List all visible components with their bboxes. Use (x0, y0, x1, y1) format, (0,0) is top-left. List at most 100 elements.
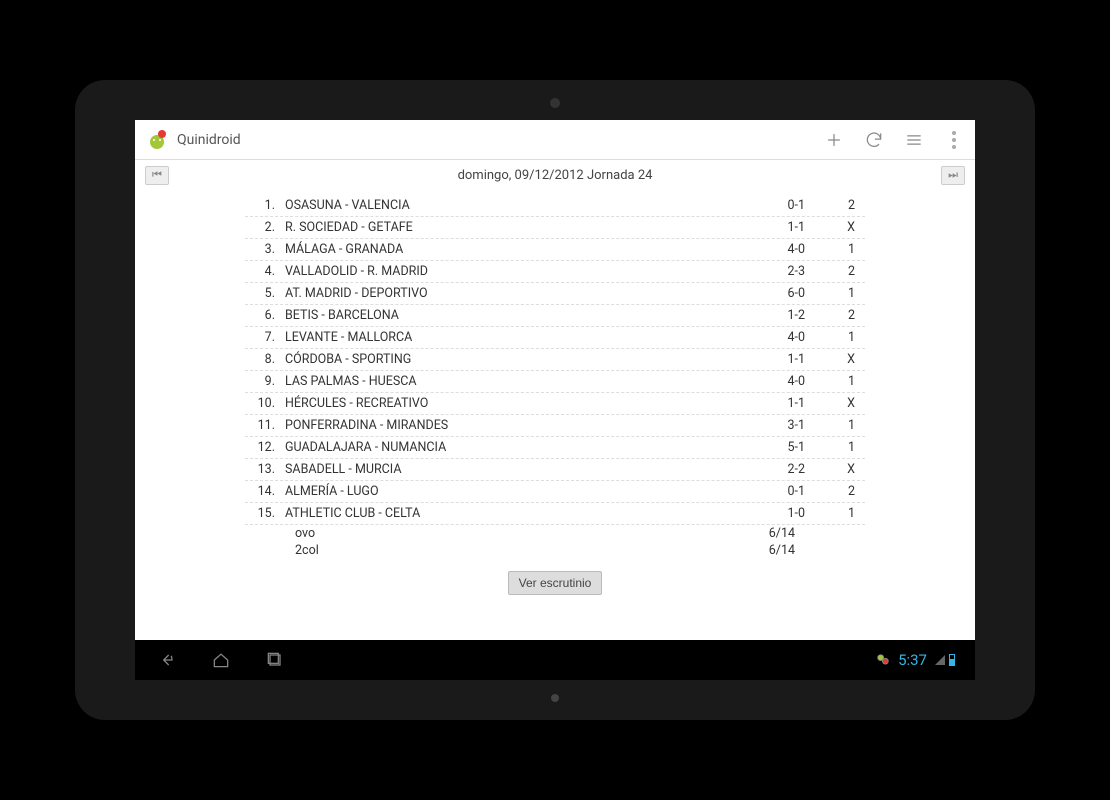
match-score: 0-1 (745, 484, 805, 499)
match-teams: MÁLAGA - GRANADA (285, 242, 745, 257)
match-row[interactable]: 14.ALMERÍA - LUGO0-12 (245, 481, 865, 503)
match-teams: VALLADOLID - R. MADRID (285, 264, 745, 279)
content-area: 1.OSASUNA - VALENCIA0-122.R. SOCIEDAD - … (135, 191, 975, 640)
action-bar: Quinidroid (135, 120, 975, 160)
match-number: 3. (245, 242, 285, 257)
match-number: 9. (245, 374, 285, 389)
match-score: 4-0 (745, 374, 805, 389)
match-number: 7. (245, 330, 285, 345)
status-icons (935, 654, 955, 666)
list-button[interactable] (903, 129, 925, 151)
back-button[interactable] (155, 648, 179, 672)
match-row[interactable]: 11.PONFERRADINA - MIRANDES3-11 (245, 415, 865, 437)
match-row[interactable]: 12.GUADALAJARA - NUMANCIA5-11 (245, 437, 865, 459)
match-teams: SABADELL - MURCIA (285, 462, 745, 477)
battery-icon (949, 654, 955, 666)
match-result: X (805, 352, 865, 367)
match-number: 6. (245, 308, 285, 323)
match-row[interactable]: 6.BETIS - BARCELONA1-22 (245, 305, 865, 327)
match-teams: HÉRCULES - RECREATIVO (285, 396, 745, 411)
match-teams: PONFERRADINA - MIRANDES (285, 418, 745, 433)
app-icon (145, 128, 169, 152)
overflow-menu-button[interactable] (943, 129, 965, 151)
match-row[interactable]: 10.HÉRCULES - RECREATIVO1-1X (245, 393, 865, 415)
match-teams: GUADALAJARA - NUMANCIA (285, 440, 745, 455)
match-number: 12. (245, 440, 285, 455)
match-result: X (805, 462, 865, 477)
match-score: 6-0 (745, 286, 805, 301)
match-score: 2-2 (745, 462, 805, 477)
match-number: 5. (245, 286, 285, 301)
match-number: 13. (245, 462, 285, 477)
match-result: 1 (805, 418, 865, 433)
match-result: X (805, 220, 865, 235)
match-score: 5-1 (745, 440, 805, 455)
camera-icon (550, 98, 560, 108)
match-result: 2 (805, 198, 865, 213)
action-icons (823, 129, 965, 151)
next-jornada-button[interactable]: ⏭ (941, 166, 965, 185)
match-score: 1-0 (745, 506, 805, 521)
match-row[interactable]: 3.MÁLAGA - GRANADA4-01 (245, 239, 865, 261)
scrutiny-button[interactable]: Ver escrutinio (508, 571, 603, 595)
match-score: 1-1 (745, 220, 805, 235)
match-number: 8. (245, 352, 285, 367)
match-teams: LAS PALMAS - HUESCA (285, 374, 745, 389)
match-number: 10. (245, 396, 285, 411)
match-row[interactable]: 2.R. SOCIEDAD - GETAFE1-1X (245, 217, 865, 239)
match-row[interactable]: 1.OSASUNA - VALENCIA0-12 (245, 195, 865, 217)
match-row[interactable]: 4.VALLADOLID - R. MADRID2-32 (245, 261, 865, 283)
screen: Quinidroid ⏮ (135, 120, 975, 680)
recent-apps-button[interactable] (263, 648, 287, 672)
match-teams: R. SOCIEDAD - GETAFE (285, 220, 745, 235)
jornada-title: domingo, 09/12/2012 Jornada 24 (169, 168, 941, 183)
match-score: 0-1 (745, 198, 805, 213)
app-area: Quinidroid ⏮ (135, 120, 975, 640)
match-result: X (805, 396, 865, 411)
match-score: 1-2 (745, 308, 805, 323)
prev-jornada-button[interactable]: ⏮ (145, 166, 169, 185)
match-result: 2 (805, 308, 865, 323)
match-number: 15. (245, 506, 285, 521)
refresh-button[interactable] (863, 129, 885, 151)
match-teams: CÓRDOBA - SPORTING (285, 352, 745, 367)
system-nav-bar: 5:37 (135, 640, 975, 680)
match-teams: ATHLETIC CLUB - CELTA (285, 506, 745, 521)
match-result: 1 (805, 242, 865, 257)
match-row[interactable]: 9.LAS PALMAS - HUESCA4-01 (245, 371, 865, 393)
match-score: 2-3 (745, 264, 805, 279)
match-result: 1 (805, 330, 865, 345)
match-result: 2 (805, 484, 865, 499)
match-teams: AT. MADRID - DEPORTIVO (285, 286, 745, 301)
match-result: 1 (805, 506, 865, 521)
match-result: 1 (805, 374, 865, 389)
summary-value: 6/14 (535, 543, 865, 558)
match-number: 2. (245, 220, 285, 235)
app-title: Quinidroid (177, 132, 823, 148)
match-row[interactable]: 8.CÓRDOBA - SPORTING1-1X (245, 349, 865, 371)
date-nav-row: ⏮ domingo, 09/12/2012 Jornada 24 ⏭ (135, 160, 975, 191)
match-teams: LEVANTE - MALLORCA (285, 330, 745, 345)
status-area[interactable]: 5:37 (876, 651, 955, 669)
match-number: 4. (245, 264, 285, 279)
match-row[interactable]: 7.LEVANTE - MALLORCA4-01 (245, 327, 865, 349)
match-result: 1 (805, 440, 865, 455)
match-score: 3-1 (745, 418, 805, 433)
summary-label: 2col (245, 543, 535, 558)
match-score: 1-1 (745, 396, 805, 411)
match-row[interactable]: 15.ATHLETIC CLUB - CELTA1-01 (245, 503, 865, 525)
match-teams: OSASUNA - VALENCIA (285, 198, 745, 213)
match-row[interactable]: 13.SABADELL - MURCIA2-2X (245, 459, 865, 481)
clock: 5:37 (898, 651, 927, 669)
match-list: 1.OSASUNA - VALENCIA0-122.R. SOCIEDAD - … (245, 195, 865, 525)
home-button[interactable] (209, 648, 233, 672)
summary-row: ovo6/14 (245, 525, 865, 542)
match-score: 4-0 (745, 242, 805, 257)
match-row[interactable]: 5.AT. MADRID - DEPORTIVO6-01 (245, 283, 865, 305)
summary-label: ovo (245, 526, 535, 541)
match-score: 1-1 (745, 352, 805, 367)
match-teams: BETIS - BARCELONA (285, 308, 745, 323)
settings-status-icon (876, 653, 890, 667)
match-score: 4-0 (745, 330, 805, 345)
add-button[interactable] (823, 129, 845, 151)
